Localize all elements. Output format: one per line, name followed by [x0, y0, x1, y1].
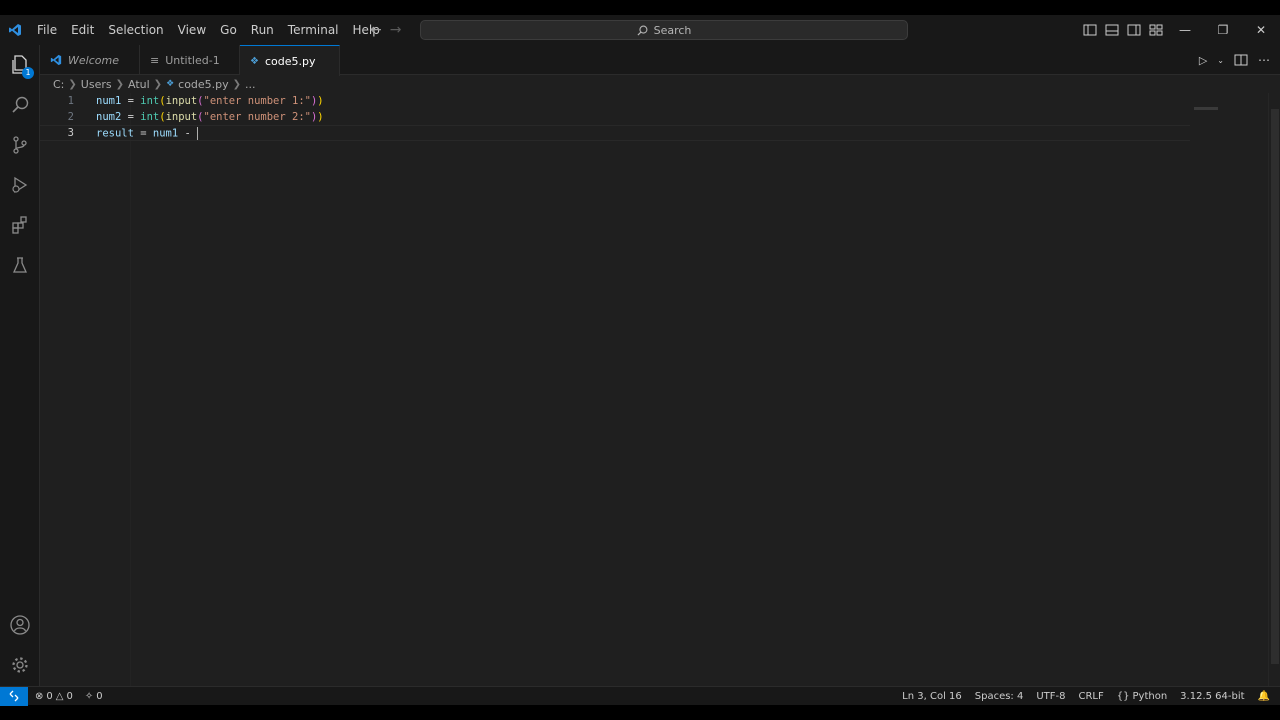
menu-bar: File Edit Selection View Go Run Terminal…: [30, 15, 387, 45]
vscode-logo-icon: [0, 15, 30, 45]
code-text: num2 = int(input("enter number 2:")): [96, 111, 324, 123]
forward-arrow-icon[interactable]: →: [390, 22, 402, 38]
indent-guide: [130, 93, 131, 686]
line-number: 3: [67, 127, 74, 139]
back-arrow-icon[interactable]: ←: [370, 22, 382, 38]
menu-view[interactable]: View: [171, 15, 213, 45]
search-label: Search: [653, 23, 692, 37]
menu-run[interactable]: Run: [244, 15, 281, 45]
status-left: ⊗ 0 △ 0 ✧ 0: [28, 691, 103, 702]
search-icon: [637, 25, 648, 36]
cursor-position[interactable]: Ln 3, Col 16: [902, 691, 962, 702]
testing-flask-icon[interactable]: [0, 245, 40, 285]
broadcast-icon: ✧: [84, 690, 94, 702]
warning-count: 0: [66, 690, 73, 702]
code-line-1[interactable]: 1 num1 = int(input("enter number 1:")): [40, 93, 1190, 109]
accounts-icon[interactable]: [0, 605, 40, 645]
breadcrumb-drive[interactable]: C:: [53, 78, 64, 91]
language-label: Python: [1132, 691, 1168, 702]
status-right: Ln 3, Col 16 Spaces: 4 UTF-8 CRLF {} Pyt…: [902, 687, 1280, 706]
python-file-icon: ❖: [166, 79, 175, 89]
text-cursor: [197, 126, 199, 140]
breadcrumb-atul[interactable]: Atul: [128, 78, 150, 91]
python-file-icon: ❖: [250, 55, 259, 67]
navigation-arrows: ← →: [370, 15, 401, 45]
menu-edit[interactable]: Edit: [64, 15, 101, 45]
breadcrumb: C: ❯ Users ❯ Atul ❯ ❖ code5.py ❯ ...: [40, 76, 256, 92]
code-line-2[interactable]: 2 num2 = int(input("enter number 2:")): [40, 109, 1190, 125]
chevron-right-icon: ❯: [232, 78, 242, 90]
layout-controls: [1082, 15, 1164, 45]
toggle-primary-sidebar-icon[interactable]: [1082, 22, 1098, 38]
vscode-window: File Edit Selection View Go Run Terminal…: [0, 15, 1280, 706]
source-control-icon[interactable]: [0, 125, 40, 165]
scrollbar-thumb[interactable]: [1271, 109, 1279, 664]
breadcrumb-symbols[interactable]: ...: [245, 78, 256, 91]
python-interpreter[interactable]: 3.12.5 64-bit: [1180, 691, 1244, 702]
chevron-down-icon[interactable]: ⌄: [1217, 56, 1224, 65]
explorer-badge: 1: [22, 67, 34, 79]
editor-actions: ▷ ⌄ ⋯: [1199, 45, 1270, 75]
code-text: num1 = int(input("enter number 1:")): [96, 95, 324, 107]
command-center-search[interactable]: Search: [420, 20, 908, 40]
error-count: 0: [46, 690, 53, 702]
error-icon: ⊗: [35, 690, 44, 702]
code-line-3[interactable]: 3 result = num1 -: [40, 125, 1190, 141]
window-controls: — ❐ ✕: [1166, 15, 1280, 45]
vscode-tab-icon: [50, 54, 62, 66]
chevron-right-icon: ❯: [115, 78, 124, 90]
braces-icon: {}: [1116, 691, 1130, 702]
minimize-icon[interactable]: —: [1166, 15, 1204, 45]
status-bar: ⊗ 0 △ 0 ✧ 0 Ln 3, Col 16 Spaces: 4 UTF-8…: [0, 686, 1280, 706]
tab-untitled[interactable]: ≡ Untitled-1: [140, 45, 240, 75]
restore-icon[interactable]: ❐: [1204, 15, 1242, 45]
warning-icon: △: [55, 690, 64, 702]
editor-scrollbar[interactable]: [1268, 93, 1280, 686]
notifications-bell-icon[interactable]: 🔔: [1258, 691, 1270, 702]
end-of-line[interactable]: CRLF: [1079, 691, 1104, 702]
menu-go[interactable]: Go: [213, 15, 244, 45]
more-actions-icon[interactable]: ⋯: [1258, 53, 1270, 67]
code-text: result = num1 -: [96, 126, 199, 140]
tab-welcome[interactable]: Welcome: [40, 45, 140, 75]
breadcrumb-users[interactable]: Users: [81, 78, 112, 91]
remote-window-icon[interactable]: [0, 686, 28, 706]
toggle-secondary-sidebar-icon[interactable]: [1126, 22, 1142, 38]
title-bar: File Edit Selection View Go Run Terminal…: [0, 15, 1280, 45]
ports-count: 0: [96, 690, 103, 702]
language-mode[interactable]: {} Python: [1117, 691, 1167, 702]
chevron-right-icon: ❯: [68, 78, 77, 90]
breadcrumb-file[interactable]: code5.py: [178, 78, 229, 91]
editor-tab-bar: Welcome ≡ Untitled-1 ❖ code5.py ▷ ⌄ ⋯: [40, 45, 1280, 76]
close-icon[interactable]: ✕: [1242, 15, 1280, 45]
customize-layout-icon[interactable]: [1148, 22, 1164, 38]
split-editor-icon[interactable]: [1234, 53, 1248, 67]
explorer-icon[interactable]: 1: [0, 45, 40, 85]
menu-terminal[interactable]: Terminal: [281, 15, 346, 45]
line-number: 2: [67, 111, 74, 123]
run-python-file-icon[interactable]: ▷: [1199, 54, 1207, 67]
indentation[interactable]: Spaces: 4: [975, 691, 1024, 702]
minimap[interactable]: [1194, 107, 1218, 110]
menu-selection[interactable]: Selection: [101, 15, 170, 45]
line-number: 1: [67, 95, 74, 107]
code-editor[interactable]: 1 num1 = int(input("enter number 1:")) 2…: [40, 93, 1268, 686]
ports-indicator[interactable]: ✧ 0: [85, 691, 103, 702]
file-encoding[interactable]: UTF-8: [1036, 691, 1065, 702]
run-and-debug-icon[interactable]: [0, 165, 40, 205]
text-file-icon: ≡: [150, 53, 160, 67]
problems-indicator[interactable]: ⊗ 0 △ 0: [35, 691, 73, 702]
search-view-icon[interactable]: [0, 85, 40, 125]
manage-gear-icon[interactable]: [0, 645, 40, 685]
tab-label: code5.py: [264, 54, 316, 68]
menu-file[interactable]: File: [30, 15, 64, 45]
tab-code5-py[interactable]: ❖ code5.py: [240, 45, 340, 76]
activity-bar: 1: [0, 45, 40, 686]
tab-label: Untitled-1: [165, 53, 220, 67]
extensions-icon[interactable]: [0, 205, 40, 245]
tab-label: Welcome: [68, 53, 119, 67]
chevron-right-icon: ❯: [153, 78, 163, 90]
toggle-panel-icon[interactable]: [1104, 22, 1120, 38]
